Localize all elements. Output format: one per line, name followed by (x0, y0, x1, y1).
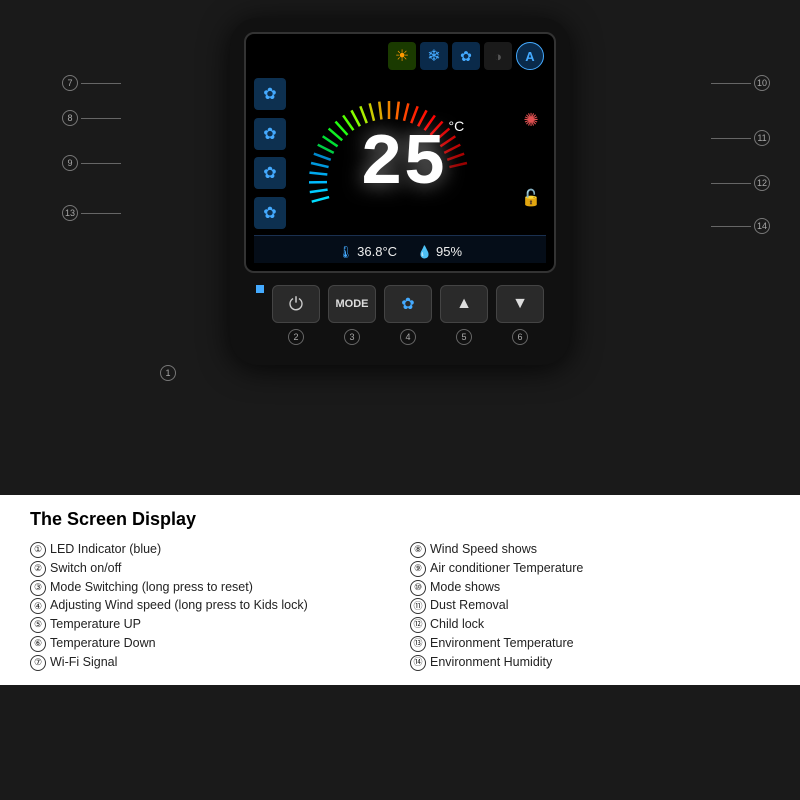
fan-speed-3[interactable]: ✿ (254, 157, 286, 189)
desc-item-8: ⑧ Wind Speed shows (410, 540, 770, 559)
fan-speed-1[interactable]: ✿ (254, 78, 286, 110)
fan-speed-column: ✿ ✿ ✿ ✿ (254, 76, 290, 231)
desc-item-3: ③ Mode Switching (long press to reset) (30, 578, 390, 597)
desc-item-2: ② Switch on/off (30, 559, 390, 578)
fan-button[interactable]: ✿ (384, 285, 432, 323)
desc-right-col: ⑧ Wind Speed shows ⑨ Air conditioner Tem… (410, 540, 770, 671)
btn-label-5: 5 (440, 329, 488, 345)
desc-item-12: ⑫ Child lock (410, 615, 770, 634)
fan-speed-4[interactable]: ✿ (254, 197, 286, 229)
btn-label-3: 3 (328, 329, 376, 345)
device-outer: ☀ ❄ ✿ ◑ A ✿ ✿ ✿ ✿ (230, 18, 570, 365)
mode-icon-auto[interactable]: A (516, 42, 544, 70)
power-button[interactable]: ⏻ (272, 285, 320, 323)
fan-speed-2[interactable]: ✿ (254, 118, 286, 150)
desc-item-10: ⑩ Mode shows (410, 578, 770, 597)
description-grid: ① LED Indicator (blue) ② Switch on/off ③… (30, 540, 770, 671)
temp-value: 25 (360, 123, 446, 205)
description-section: The Screen Display ① LED Indicator (blue… (0, 495, 800, 685)
temp-down-button[interactable]: ▼ (496, 285, 544, 323)
btn-label-4: 4 (384, 329, 432, 345)
arc-meter: 25 °C (294, 76, 512, 231)
desc-item-7: ⑦ Wi-Fi Signal (30, 653, 390, 672)
buttons-row: ⏻ MODE ✿ ▲ ▼ (244, 273, 556, 323)
thermometer-icon: 🌡 (338, 245, 353, 259)
led-indicator (256, 285, 264, 293)
mode-icons-row: ☀ ❄ ✿ ◑ A (254, 42, 546, 70)
temperature-display: 25 °C (360, 128, 446, 200)
mode-icon-snow[interactable]: ❄ (420, 42, 448, 70)
mode-icon-sun[interactable]: ☀ (388, 42, 416, 70)
desc-item-9: ⑨ Air conditioner Temperature (410, 559, 770, 578)
temp-unit: °C (448, 118, 464, 134)
dust-removal-icon: ✺ (523, 110, 538, 131)
annotation-14: 14 (711, 218, 770, 234)
mode-icon-dry[interactable]: ◑ (484, 42, 512, 70)
ambient-temp-value: 36.8°C (357, 244, 397, 259)
ambient-temp-display: 🌡 36.8°C (338, 244, 397, 259)
mode-button[interactable]: MODE (328, 285, 376, 323)
desc-item-5: ⑤ Temperature UP (30, 615, 390, 634)
humidity-display: 💧 95% (417, 244, 462, 259)
description-title: The Screen Display (30, 509, 770, 530)
temp-up-button[interactable]: ▲ (440, 285, 488, 323)
desc-item-11: ⑪ Dust Removal (410, 596, 770, 615)
screen: ☀ ❄ ✿ ◑ A ✿ ✿ ✿ ✿ (244, 32, 556, 273)
button-labels: 2 3 4 5 6 (244, 323, 556, 351)
desc-item-6: ⑥ Temperature Down (30, 634, 390, 653)
annotation-8: 8 (62, 110, 121, 126)
btn-label-6: 6 (496, 329, 544, 345)
device-wrapper: ☀ ❄ ✿ ◑ A ✿ ✿ ✿ ✿ (0, 0, 800, 365)
annotation-10: 10 (711, 75, 770, 91)
right-icons: ✺ 🔓 (516, 76, 546, 231)
annotation-12: 12 (711, 175, 770, 191)
device-section: ☀ ❄ ✿ ◑ A ✿ ✿ ✿ ✿ (0, 0, 800, 495)
humidity-value: 95% (436, 244, 462, 259)
annotation-1: 1 (160, 365, 176, 381)
desc-item-13: ⑬ Environment Temperature (410, 634, 770, 653)
annotation-7: 7 (62, 75, 121, 91)
btn-label-2: 2 (272, 329, 320, 345)
annotation-13: 13 (62, 205, 121, 221)
desc-item-14: ⑭ Environment Humidity (410, 653, 770, 672)
desc-left-col: ① LED Indicator (blue) ② Switch on/off ③… (30, 540, 390, 671)
annotation-9: 9 (62, 155, 121, 171)
desc-item-4: ④ Adjusting Wind speed (long press to Ki… (30, 596, 390, 615)
mode-icon-fan[interactable]: ✿ (452, 42, 480, 70)
droplet-icon: 💧 (417, 245, 432, 259)
annotation-11: 11 (711, 130, 770, 146)
bottom-readings: 🌡 36.8°C 💧 95% (254, 235, 546, 263)
desc-item-1: ① LED Indicator (blue) (30, 540, 390, 559)
child-lock-icon: 🔓 (521, 188, 541, 208)
main-display: ✿ ✿ ✿ ✿ (254, 76, 546, 231)
